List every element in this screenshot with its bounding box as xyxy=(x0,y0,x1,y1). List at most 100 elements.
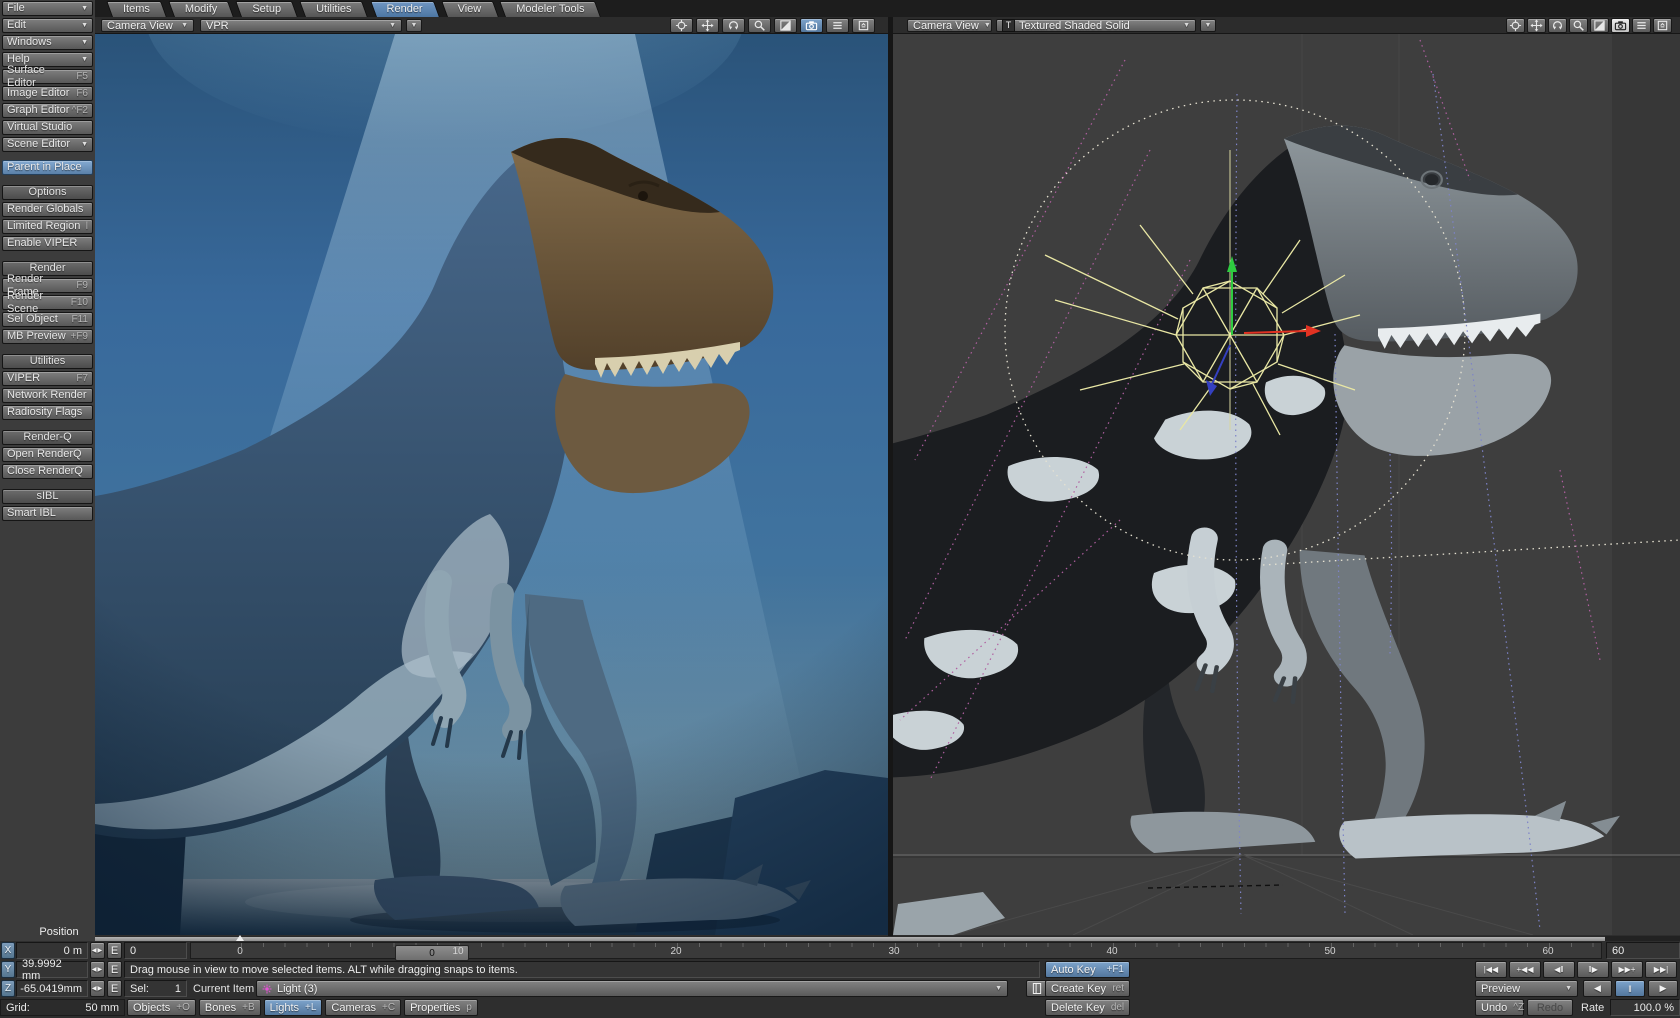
viewport-divider[interactable] xyxy=(888,17,893,941)
sidebar-menu-file[interactable]: File ▼ xyxy=(2,1,93,16)
pause-button[interactable]: ‖ xyxy=(1615,980,1645,997)
last-frame-field[interactable]: 60 xyxy=(1606,942,1680,959)
sidebar-item-render-scene[interactable]: Render Scene F10 ▼ xyxy=(2,295,93,310)
menu-icon[interactable] xyxy=(1632,18,1651,33)
rate-field[interactable]: 100.0 % xyxy=(1610,999,1680,1016)
step-forward-button[interactable]: ‖▶ xyxy=(1577,961,1609,978)
play-button[interactable]: ▶ xyxy=(1648,980,1678,997)
next-key-button[interactable]: ▶▶+ xyxy=(1611,961,1643,978)
sidebar-item-smart-ibl[interactable]: Smart IBL ▼ xyxy=(2,506,93,521)
first-frame-button[interactable]: |◀◀ xyxy=(1475,961,1507,978)
sidebar-item-enable-viper[interactable]: Enable VIPER ▼ xyxy=(2,236,93,251)
bones-button[interactable]: Bones+B xyxy=(199,999,261,1016)
camera-icon[interactable] xyxy=(1611,18,1630,33)
move-icon[interactable] xyxy=(1527,18,1546,33)
tab-setup[interactable]: Setup xyxy=(238,1,295,17)
sidebar-item-network-render[interactable]: Network Render ▼ xyxy=(2,388,93,403)
create-key-button[interactable]: Create Keyret xyxy=(1045,980,1130,997)
prev-key-button[interactable]: +◀◀ xyxy=(1509,961,1541,978)
sidebar-menu-scene-editor[interactable]: Scene Editor ▼ xyxy=(2,137,93,152)
axis-value-field[interactable]: 39.9992 mm xyxy=(16,961,88,978)
camera-icon[interactable] xyxy=(800,18,823,33)
maximize-icon[interactable] xyxy=(1653,18,1672,33)
tab-render[interactable]: Render xyxy=(373,1,437,17)
sidebar-item-surface-editor[interactable]: Surface Editor F5 ▼ xyxy=(2,69,93,84)
grid-size-field[interactable]: Grid:50 mm xyxy=(0,999,125,1016)
axis-row: Z -65.0419mm ◀▶ E xyxy=(0,980,124,999)
left-viewport-render[interactable] xyxy=(95,34,888,935)
nudge-button[interactable]: ◀▶ xyxy=(90,980,105,997)
sidebar-header-render-q[interactable]: Render-Q ▼ xyxy=(2,430,93,445)
play-reverse-button[interactable]: ◀ xyxy=(1583,980,1612,997)
sidebar-menu-edit[interactable]: Edit ▼ xyxy=(2,18,93,33)
sidebar-header-options[interactable]: Options ▼ xyxy=(2,185,93,200)
zoom-icon[interactable] xyxy=(748,18,771,33)
nudge-button[interactable]: ◀▶ xyxy=(90,942,105,959)
cameras-button[interactable]: Cameras+C xyxy=(325,999,401,1016)
right-viewport-scene[interactable] xyxy=(893,34,1680,935)
chevron-down-icon: ▼ xyxy=(1178,20,1190,32)
undo-button[interactable]: Undo^Z xyxy=(1475,999,1524,1016)
move-icon[interactable] xyxy=(696,18,719,33)
tab-utilities[interactable]: Utilities xyxy=(302,1,365,17)
sidebar-item-graph-editor[interactable]: Graph Editor ^F2 ▼ xyxy=(2,103,93,118)
right-view-type-select[interactable]: Camera View▼ xyxy=(907,19,992,32)
left-render-mode-select[interactable]: VPR▼ xyxy=(200,19,402,32)
left-viewport-options-button[interactable]: ▼ xyxy=(406,19,422,32)
pan-icon[interactable] xyxy=(1506,18,1525,33)
sidebar-item-close-renderq[interactable]: Close RenderQ ▼ xyxy=(2,464,93,479)
sidebar-header-sibl[interactable]: sIBL ▼ xyxy=(2,489,93,504)
delete-key-button[interactable]: Delete Keydel xyxy=(1045,999,1130,1016)
sidebar-item-radiosity-flags[interactable]: Radiosity Flags ▼ xyxy=(2,405,93,420)
tab-modify[interactable]: Modify xyxy=(171,1,231,17)
right-viewport-options-button[interactable]: ▼ xyxy=(1200,19,1216,32)
objects-button[interactable]: Objects+O xyxy=(127,999,196,1016)
sidebar-item-limited-region[interactable]: Limited Region l ▼ xyxy=(2,219,93,234)
axis-toggle-button[interactable]: Y xyxy=(1,961,15,978)
rotate-icon[interactable] xyxy=(722,18,745,33)
timeline-tick-label: 20 xyxy=(670,946,681,957)
textured-mode-icon: T xyxy=(1002,19,1015,32)
auto-key-button[interactable]: Auto Key+F1 xyxy=(1045,961,1130,978)
nudge-button[interactable]: ◀▶ xyxy=(90,961,105,978)
sidebar-item-virtual-studio[interactable]: Virtual Studio ▼ xyxy=(2,120,93,135)
rotate-icon[interactable] xyxy=(1548,18,1567,33)
left-view-type-select[interactable]: Camera View▼ xyxy=(101,19,194,32)
sidebar-item-mb-preview[interactable]: MB Preview +F9 ▼ xyxy=(2,329,93,344)
maximize-icon[interactable] xyxy=(852,18,875,33)
menu-icon[interactable] xyxy=(826,18,849,33)
zoom-icon[interactable] xyxy=(1569,18,1588,33)
axis-toggle-button[interactable]: Z xyxy=(1,980,15,997)
sidebar-item-parent-in-place[interactable]: Parent in Place ▼ xyxy=(2,160,93,175)
sidebar-item-sel-object[interactable]: Sel Object F11 ▼ xyxy=(2,312,93,327)
axis-value-field[interactable]: 0 m xyxy=(16,942,88,959)
properties-button[interactable]: Propertiesp xyxy=(404,999,478,1016)
expand-icon[interactable] xyxy=(774,18,797,33)
axis-toggle-button[interactable]: X xyxy=(1,942,15,959)
preview-select[interactable]: Preview▼ xyxy=(1475,980,1578,997)
tab-view[interactable]: View xyxy=(444,1,496,17)
step-back-button[interactable]: ◀‖ xyxy=(1543,961,1575,978)
current-item-select[interactable]: Light (3) ▼ xyxy=(256,980,1008,997)
expand-icon[interactable] xyxy=(1590,18,1609,33)
envelope-button[interactable]: E xyxy=(107,980,122,997)
sidebar-header-utilities[interactable]: Utilities ▼ xyxy=(2,354,93,369)
right-render-mode-select[interactable]: T Textured Shaded Solid▼ xyxy=(996,19,1196,32)
sidebar-item-render-globals[interactable]: Render Globals ▼ xyxy=(2,202,93,217)
sidebar-item-image-editor[interactable]: Image Editor F6 ▼ xyxy=(2,86,93,101)
lights-button[interactable]: Lights+L xyxy=(264,999,323,1016)
tab-modeler-tools[interactable]: Modeler Tools xyxy=(502,1,598,17)
sidebar-item-viper[interactable]: VIPER F7 ▼ xyxy=(2,371,93,386)
current-frame-field[interactable]: 0 xyxy=(124,942,187,959)
sidebar-menu-windows[interactable]: Windows ▼ xyxy=(2,35,93,50)
sidebar-item-open-renderq[interactable]: Open RenderQ ▼ xyxy=(2,447,93,462)
redo-button[interactable]: Redo xyxy=(1527,999,1573,1016)
envelope-button[interactable]: E xyxy=(107,961,122,978)
pan-icon[interactable] xyxy=(670,18,693,33)
axis-value-field[interactable]: -65.0419mm xyxy=(16,980,88,997)
selection-count-field[interactable]: Sel:1 xyxy=(124,980,187,997)
envelope-button[interactable]: E xyxy=(107,942,122,959)
last-frame-button[interactable]: ▶▶| xyxy=(1645,961,1677,978)
left-viewport-titlebar: Camera View▼ VPR▼ ▼ xyxy=(95,17,888,34)
tab-items[interactable]: Items xyxy=(109,1,164,17)
